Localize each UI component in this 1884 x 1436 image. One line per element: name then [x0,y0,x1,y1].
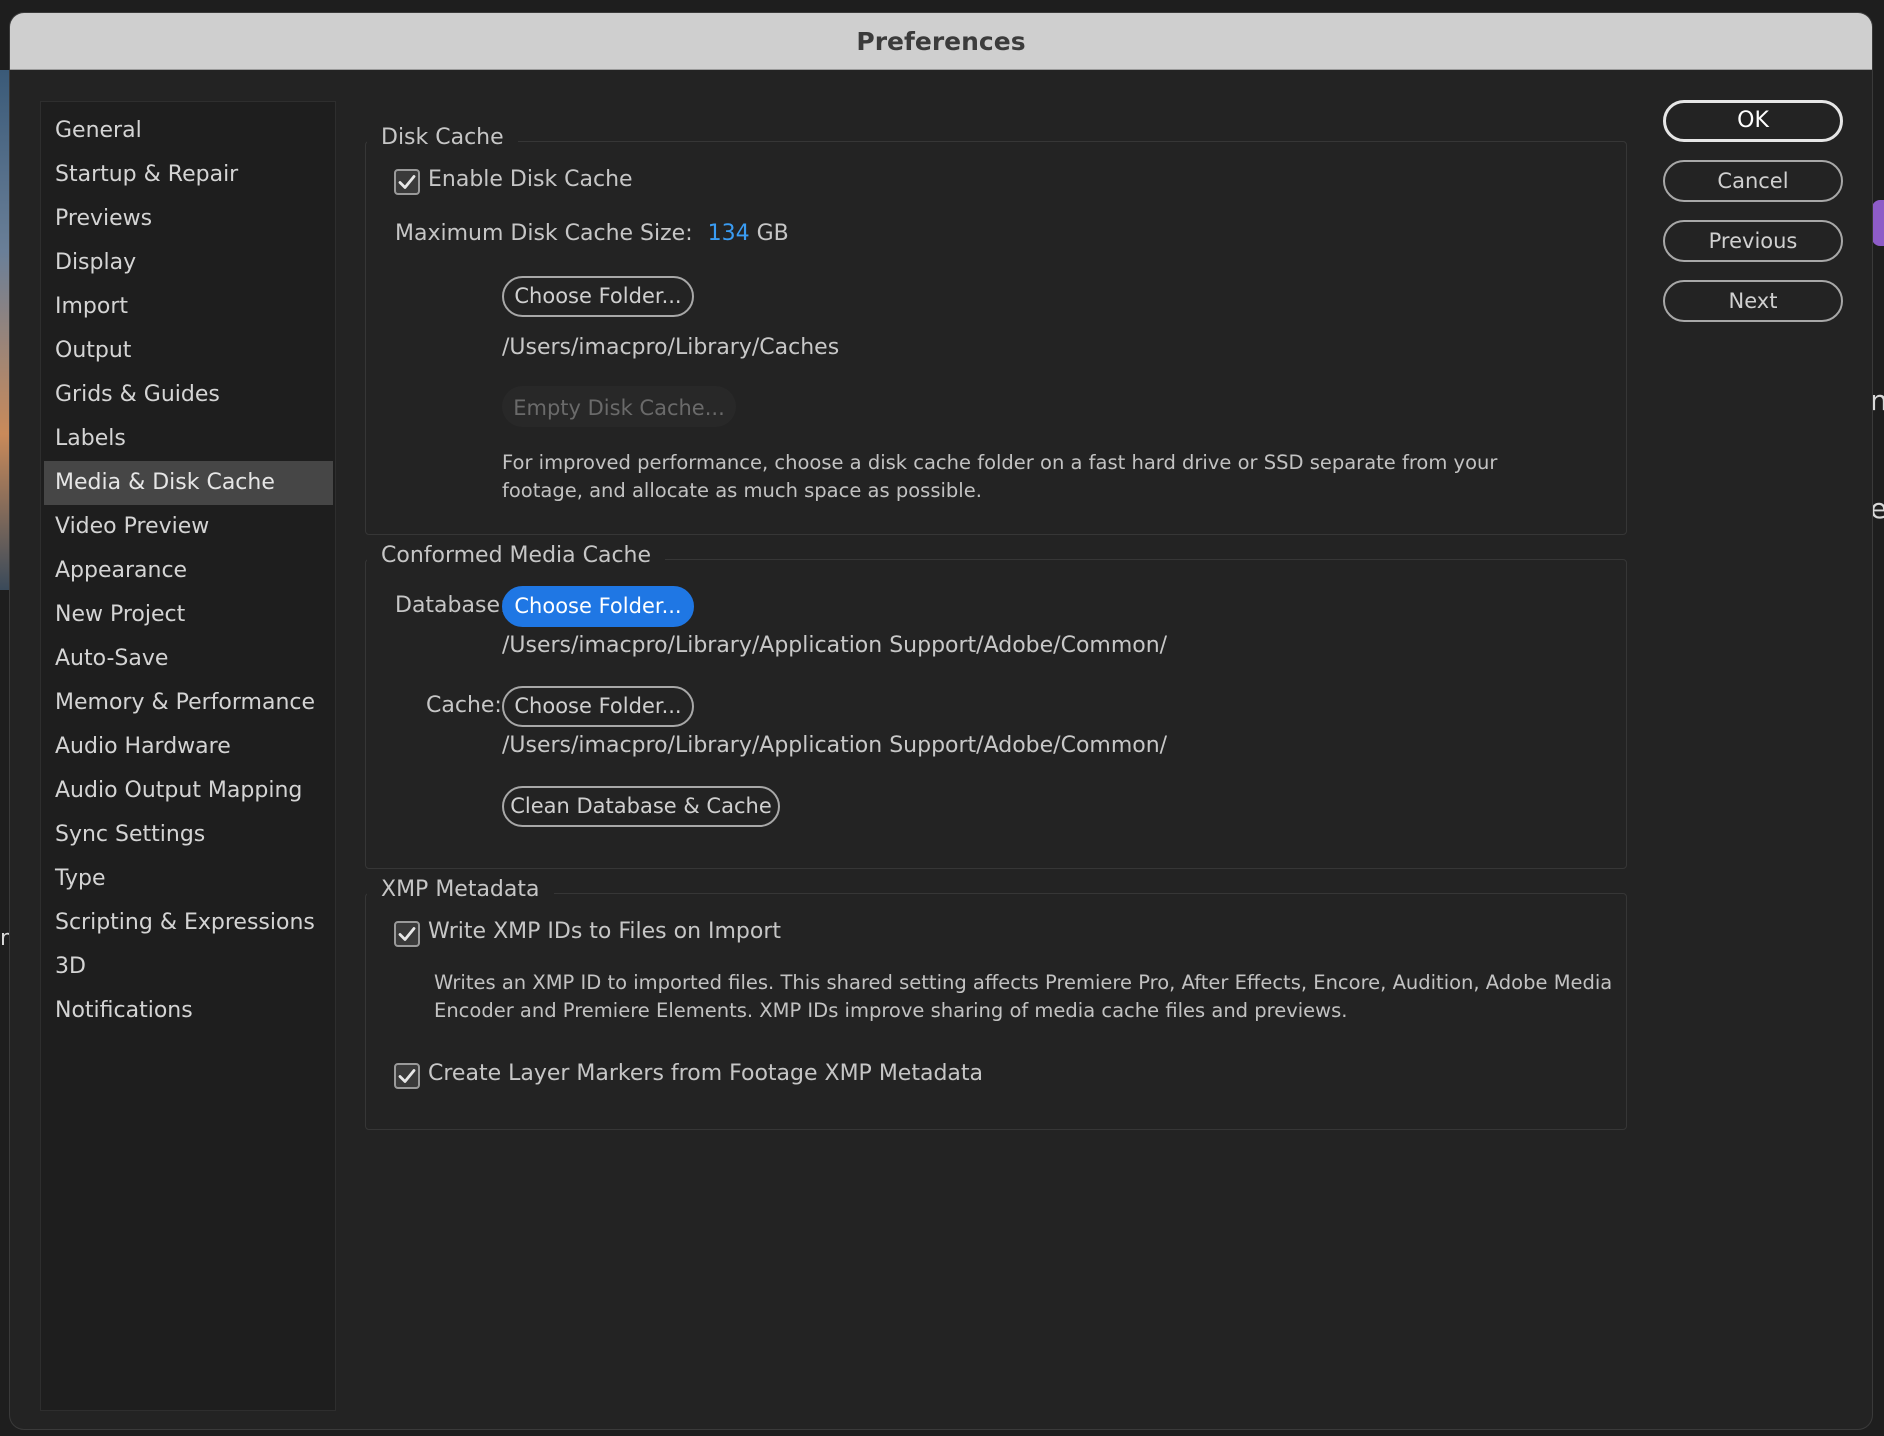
checkmark-icon [398,175,416,189]
database-choose-folder-button[interactable]: Choose Folder... [502,586,694,627]
sidebar-item-display[interactable]: Display [44,241,333,285]
write-xmp-ids-checkbox[interactable] [394,921,420,947]
max-disk-cache-size-unit: GB [756,221,789,246]
sidebar-item-3d[interactable]: 3D [44,945,333,989]
sidebar-item-appearance[interactable]: Appearance [44,549,333,593]
background-text: ea [1870,492,1884,525]
database-folder-path: /Users/imacpro/Library/Application Suppo… [502,633,1168,658]
background-app-chip [1872,200,1884,246]
database-label: Database: [395,593,508,618]
next-button[interactable]: Next [1663,280,1843,322]
sidebar-item-media-and-disk-cache[interactable]: Media & Disk Cache [44,461,333,505]
sidebar-item-scripting-and-expressions[interactable]: Scripting & Expressions [44,901,333,945]
previous-button[interactable]: Previous [1663,220,1843,262]
max-disk-cache-size-label: Maximum Disk Cache Size: [395,221,693,246]
sidebar-item-general[interactable]: General [44,109,333,153]
cancel-button[interactable]: Cancel [1663,160,1843,202]
cache-folder-path: /Users/imacpro/Library/Application Suppo… [502,733,1168,758]
cache-choose-folder-button[interactable]: Choose Folder... [502,686,694,727]
max-disk-cache-size-row: Maximum Disk Cache Size: 134 GB [395,221,789,246]
empty-disk-cache-button[interactable]: Empty Disk Cache... [502,386,736,427]
sidebar-item-output[interactable]: Output [44,329,333,373]
conformed-media-cache-title: Conformed Media Cache [367,543,666,568]
disk-cache-title: Disk Cache [367,125,518,150]
sidebar-item-audio-hardware[interactable]: Audio Hardware [44,725,333,769]
window-title: Preferences [856,26,1026,56]
sidebar-item-grids-and-guides[interactable]: Grids & Guides [44,373,333,417]
cache-label: Cache: [426,693,502,718]
sidebar-item-previews[interactable]: Previews [44,197,333,241]
checkmark-icon [398,927,416,941]
enable-disk-cache-label[interactable]: Enable Disk Cache [428,167,633,192]
sidebar-item-memory-and-performance[interactable]: Memory & Performance [44,681,333,725]
disk-cache-help-text: For improved performance, choose a disk … [502,451,1498,502]
titlebar[interactable]: Preferences [10,13,1872,70]
sidebar-item-notifications[interactable]: Notifications [44,989,333,1033]
disk-cache-choose-folder-button[interactable]: Choose Folder... [502,276,694,317]
background-text: n [1870,384,1884,417]
background-image-strip [0,70,10,590]
preferences-dialog: Preferences General Startup & Repair Previ… [10,13,1872,1429]
checkmark-icon [398,1069,416,1083]
max-disk-cache-size-value[interactable]: 134 [708,221,750,246]
write-xmp-ids-help-text: Writes an XMP ID to imported files. This… [434,971,1613,1022]
sidebar-item-auto-save[interactable]: Auto-Save [44,637,333,681]
create-layer-markers-checkbox[interactable] [394,1063,420,1089]
clean-database-cache-button[interactable]: Clean Database & Cache [502,786,780,827]
sidebar-item-video-preview[interactable]: Video Preview [44,505,333,549]
sidebar-item-new-project[interactable]: New Project [44,593,333,637]
disk-cache-folder-path: /Users/imacpro/Library/Caches [502,335,840,360]
sidebar-item-sync-settings[interactable]: Sync Settings [44,813,333,857]
sidebar-item-type[interactable]: Type [44,857,333,901]
xmp-metadata-title: XMP Metadata [367,877,554,902]
sidebar-item-audio-output-mapping[interactable]: Audio Output Mapping [44,769,333,813]
preferences-sidebar: General Startup & Repair Previews Display Im… [40,101,336,1411]
create-layer-markers-label[interactable]: Create Layer Markers from Footage XMP Me… [428,1061,983,1086]
ok-button[interactable]: OK [1663,100,1843,142]
write-xmp-ids-label[interactable]: Write XMP IDs to Files on Import [428,919,781,944]
sidebar-item-labels[interactable]: Labels [44,417,333,461]
sidebar-item-import[interactable]: Import [44,285,333,329]
enable-disk-cache-checkbox[interactable] [394,169,420,195]
sidebar-item-startup-and-repair[interactable]: Startup & Repair [44,153,333,197]
